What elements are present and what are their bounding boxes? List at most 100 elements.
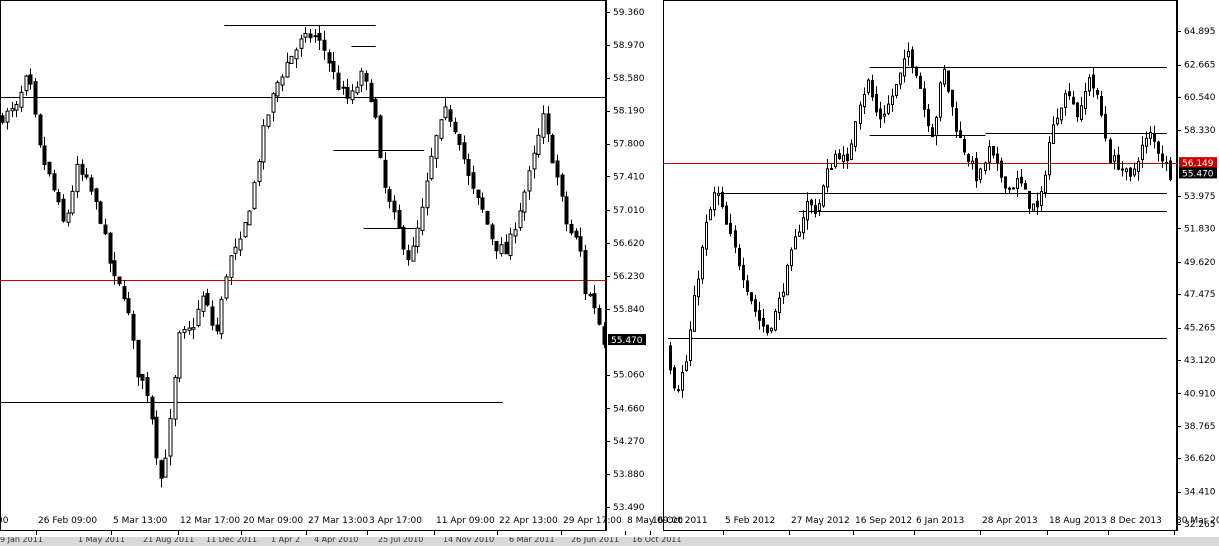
left-candle	[108, 231, 113, 273]
candle-body	[499, 244, 504, 254]
left-candle	[89, 174, 94, 196]
left-ytick-label: 55.060	[613, 371, 645, 381]
right-xtick-label: 18 Aug 2013	[1049, 516, 1107, 526]
left-ytick-label: 54.660	[613, 404, 645, 414]
right-candle	[899, 72, 902, 90]
candle-body	[392, 200, 397, 213]
candle-body	[527, 170, 532, 192]
left-candle	[499, 237, 504, 257]
candle-body	[673, 367, 676, 389]
candle-body	[80, 163, 85, 175]
candle-body	[252, 181, 257, 209]
left-ytick-label: 57.410	[613, 172, 645, 182]
left-candle	[70, 185, 75, 216]
right-candle	[871, 74, 874, 101]
left-candle	[38, 113, 43, 148]
left-candle	[420, 198, 425, 236]
left-candle	[191, 317, 196, 340]
candle-body	[66, 212, 71, 223]
candle-body	[494, 240, 499, 252]
candle-body	[863, 94, 866, 108]
left-frame	[0, 0, 606, 531]
right-candle	[1084, 82, 1087, 115]
candle-body	[299, 38, 304, 49]
left-ytick-label: 57.010	[613, 206, 645, 216]
candle-body	[701, 246, 704, 280]
candle-body	[1133, 168, 1136, 176]
left-candle	[406, 244, 411, 266]
candle-body	[1016, 178, 1019, 190]
candle-body	[1165, 161, 1168, 164]
left-candle	[150, 395, 155, 425]
right-candle	[979, 167, 982, 184]
right-candle	[802, 210, 805, 240]
right-candle	[919, 72, 922, 89]
left-candle	[550, 133, 555, 164]
left-candle	[187, 320, 192, 335]
candle-body	[266, 114, 271, 127]
candle-body	[574, 230, 579, 238]
left-candle	[10, 101, 15, 118]
left-candle	[61, 194, 66, 223]
right-candle	[1068, 83, 1071, 100]
left-candle	[201, 291, 206, 317]
left-current-price-label: 55.470	[611, 336, 643, 346]
candle-body	[406, 250, 411, 261]
candle-body	[271, 93, 276, 113]
left-candle	[14, 100, 19, 118]
left-candle	[415, 220, 420, 254]
right-ytick-label: 47.475	[1184, 290, 1216, 300]
candle-body	[1036, 200, 1039, 208]
bottom-strip-label: 16 Oct 2011	[632, 537, 682, 544]
right-ytick-label: 62.665	[1184, 61, 1216, 71]
candle-body	[992, 145, 995, 156]
left-candle	[569, 219, 574, 236]
right-candle	[754, 294, 757, 317]
left-candle	[583, 244, 588, 301]
candle-body	[806, 201, 809, 221]
candle-body	[879, 108, 882, 120]
left-xtick-label: 26 Feb 09:00	[38, 516, 97, 526]
right-candle	[1000, 157, 1003, 183]
candle-body	[875, 94, 878, 113]
candle-body	[532, 152, 537, 170]
right-candle	[790, 247, 793, 271]
candle-body	[887, 103, 890, 114]
left-candle	[574, 228, 579, 240]
right-candle	[907, 42, 910, 66]
left-candle	[504, 234, 509, 255]
candle-body	[923, 88, 926, 110]
right-candle	[1117, 146, 1120, 171]
candle-body	[915, 66, 918, 76]
candle-body	[33, 81, 38, 115]
left-candle	[66, 209, 71, 227]
candle-body	[61, 198, 66, 222]
charts-canvas: 59.360 58.970 58.580 58.190 57.800 57.410 57.0…	[0, 0, 1219, 535]
left-candle	[480, 192, 485, 214]
right-candle	[846, 147, 849, 169]
candle-body	[159, 460, 164, 479]
left-candle	[233, 238, 238, 261]
candle-body	[233, 246, 238, 254]
candle-body	[1088, 77, 1091, 92]
right-candle	[677, 385, 680, 393]
candle-body	[303, 32, 308, 38]
candle-body	[117, 276, 122, 285]
right-candle	[1020, 169, 1023, 187]
right-xtick-label: 27 May 2012	[791, 516, 850, 526]
left-ytick-label: 58.190	[613, 107, 645, 117]
left-candle	[387, 186, 392, 209]
left-candle	[266, 114, 271, 129]
candle-body	[28, 74, 33, 85]
candle-body	[1044, 174, 1047, 193]
candle-body	[238, 238, 243, 251]
candle-body	[830, 167, 833, 170]
candle-body	[14, 104, 19, 111]
right-candle	[988, 140, 991, 171]
candle-body	[1000, 160, 1003, 178]
right-candle	[689, 321, 692, 367]
right-candle	[766, 324, 769, 336]
right-xtick-label: 30 Mar 2014	[1176, 516, 1219, 526]
right-candle	[705, 214, 708, 256]
candle-body	[850, 143, 853, 161]
